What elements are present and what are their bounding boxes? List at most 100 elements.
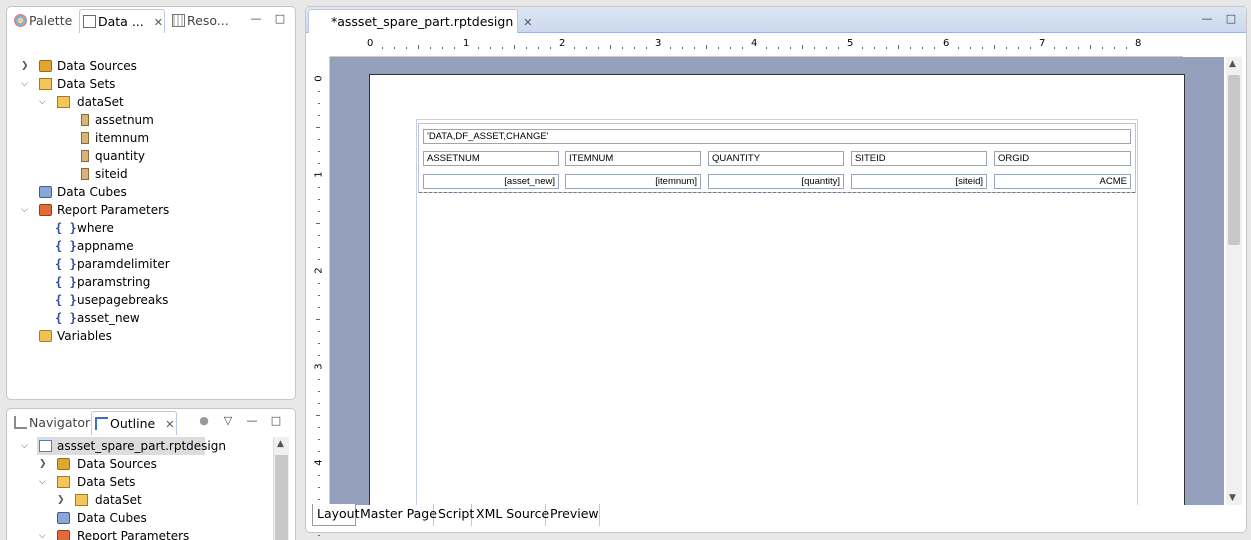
detail-cell-quantity[interactable]: [quantity] bbox=[708, 174, 844, 189]
maximize-icon[interactable]: □ bbox=[269, 414, 283, 427]
ruler-number: 4 bbox=[751, 38, 758, 49]
header-cell-orgid[interactable]: ORGID bbox=[994, 151, 1131, 166]
ruler-tick bbox=[382, 47, 383, 49]
close-icon[interactable]: ✕ bbox=[165, 413, 174, 437]
detail-cell-siteid[interactable]: [siteid] bbox=[851, 174, 987, 189]
minimize-icon[interactable]: — bbox=[249, 12, 263, 25]
header-cell-assetnum[interactable]: ASSETNUM bbox=[423, 151, 559, 166]
tab-outline[interactable]: Outline ✕ bbox=[91, 411, 177, 435]
chevron-right-icon[interactable]: ❯ bbox=[21, 57, 31, 75]
tab-layout[interactable]: Layout bbox=[312, 504, 360, 526]
header-cell-itemnum[interactable]: ITEMNUM bbox=[565, 151, 701, 166]
maximize-icon[interactable]: □ bbox=[1224, 12, 1238, 25]
ruler-tick bbox=[610, 45, 611, 49]
detail-cell-asset-new[interactable]: [asset_new] bbox=[423, 174, 559, 189]
data-sets-icon bbox=[39, 78, 52, 90]
ruler-tick bbox=[318, 331, 320, 332]
ruler-tick bbox=[318, 163, 320, 164]
tab-xml-source[interactable]: XML Source bbox=[472, 504, 549, 526]
dataset-icon bbox=[75, 494, 88, 506]
tab-master-page[interactable]: Master Page bbox=[356, 504, 437, 526]
ruler-number: 2 bbox=[313, 267, 325, 274]
scroll-up-icon[interactable]: ▲ bbox=[277, 439, 284, 449]
ruler-tick bbox=[430, 47, 431, 49]
report-canvas[interactable]: 'DATA,DF_ASSET,CHANGE' ASSETNUM ITEMNUM … bbox=[330, 57, 1224, 505]
filter-icon[interactable]: ● bbox=[197, 414, 211, 427]
ruler-number: 0 bbox=[313, 75, 325, 82]
scrollbar-thumb[interactable] bbox=[275, 455, 288, 540]
ruler-tick bbox=[514, 45, 515, 49]
scroll-down-icon[interactable]: ▼ bbox=[1229, 493, 1236, 503]
ruler-tick bbox=[910, 47, 911, 49]
ruler-tick bbox=[318, 535, 320, 536]
chevron-right-icon[interactable]: ❯ bbox=[57, 491, 67, 509]
ruler-tick bbox=[670, 47, 671, 49]
vertical-ruler: 0 1 2 3 4 bbox=[308, 57, 330, 536]
chevron-down-icon[interactable]: ⌵ bbox=[39, 93, 49, 111]
ruler-tick bbox=[1090, 45, 1091, 49]
editor-window-controls: — □ bbox=[1190, 12, 1238, 25]
tab-report-design[interactable]: *assset_spare_part.rptdesign ✕ bbox=[308, 9, 532, 33]
chevron-down-icon[interactable]: ⌵ bbox=[21, 75, 31, 93]
report-editor-panel: *assset_spare_part.rptdesign ✕ — □ 012345… bbox=[305, 6, 1247, 536]
palette-icon bbox=[14, 14, 27, 27]
report-design-icon bbox=[314, 15, 327, 28]
minimize-icon[interactable]: — bbox=[1200, 12, 1214, 25]
detail-cell-orgid[interactable]: ACME bbox=[994, 174, 1131, 189]
chevron-down-icon[interactable]: ⌵ bbox=[39, 527, 49, 540]
ruler-number: 1 bbox=[463, 38, 470, 49]
outline-scrollbar[interactable]: ▲ bbox=[273, 437, 289, 540]
ruler-tick bbox=[598, 47, 599, 49]
tab-preview[interactable]: Preview bbox=[546, 504, 600, 526]
ruler-tick bbox=[742, 47, 743, 49]
tab-script[interactable]: Script bbox=[434, 504, 474, 526]
ruler-tick bbox=[538, 47, 539, 49]
ruler-tick bbox=[318, 151, 320, 152]
close-icon[interactable]: ✕ bbox=[523, 11, 532, 35]
close-icon[interactable]: ✕ bbox=[154, 11, 163, 35]
ruler-tick bbox=[318, 343, 320, 344]
maximize-icon[interactable]: □ bbox=[273, 12, 287, 25]
tab-resource-explorer[interactable]: Reso... bbox=[169, 9, 229, 33]
chevron-down-icon[interactable]: ⌵ bbox=[21, 437, 28, 455]
editor-tabbar: *assset_spare_part.rptdesign ✕ — □ bbox=[306, 7, 1246, 33]
ruler-number: 3 bbox=[313, 363, 325, 370]
column-icon bbox=[81, 114, 89, 126]
view-menu-icon[interactable]: ▽ bbox=[221, 414, 235, 427]
scroll-up-icon[interactable]: ▲ bbox=[1229, 59, 1236, 69]
report-page[interactable]: 'DATA,DF_ASSET,CHANGE' ASSETNUM ITEMNUM … bbox=[369, 74, 1185, 505]
tab-palette[interactable]: Palette bbox=[11, 9, 72, 33]
parameter-icon: { } bbox=[55, 311, 77, 325]
report-grid[interactable]: 'DATA,DF_ASSET,CHANGE' ASSETNUM ITEMNUM … bbox=[418, 123, 1136, 193]
data-explorer-panel: Palette Data ... ✕ Reso... — □ ❯ Data Sou… bbox=[6, 6, 296, 400]
editor-vertical-scrollbar[interactable]: ▲ ▼ bbox=[1226, 57, 1242, 505]
ruler-tick bbox=[394, 47, 395, 49]
ruler-tick bbox=[886, 47, 887, 49]
chevron-down-icon[interactable]: ⌵ bbox=[39, 473, 49, 491]
ruler-tick bbox=[706, 45, 707, 49]
ruler-tick bbox=[318, 91, 320, 92]
chevron-down-icon[interactable]: ⌵ bbox=[21, 201, 31, 219]
ruler-tick bbox=[1054, 47, 1055, 49]
ruler-tick bbox=[318, 115, 320, 116]
ruler-number: 5 bbox=[847, 38, 854, 49]
header-cell-quantity[interactable]: QUANTITY bbox=[708, 151, 844, 166]
minimize-icon[interactable]: — bbox=[245, 414, 259, 427]
scrollbar-thumb[interactable] bbox=[1228, 75, 1240, 245]
ruler-tick bbox=[318, 199, 320, 200]
tab-navigator[interactable]: Navigator bbox=[11, 411, 90, 435]
ruler-tick bbox=[1126, 47, 1127, 49]
header-cell-siteid[interactable]: SITEID bbox=[851, 151, 987, 166]
title-label-cell[interactable]: 'DATA,DF_ASSET,CHANGE' bbox=[423, 129, 1131, 144]
ruler-tick bbox=[790, 47, 791, 49]
ruler-tick bbox=[318, 187, 320, 188]
tab-data-explorer[interactable]: Data ... ✕ bbox=[79, 9, 165, 33]
ruler-tick bbox=[970, 47, 971, 49]
ruler-tick bbox=[442, 47, 443, 49]
parameter-icon: { } bbox=[55, 293, 77, 307]
outline-root-report[interactable]: assset_spare_part.rptdesign bbox=[37, 437, 226, 455]
chevron-right-icon[interactable]: ❯ bbox=[39, 455, 49, 473]
ruler-tick bbox=[766, 47, 767, 49]
parameter-icon: { } bbox=[55, 239, 77, 253]
detail-cell-itemnum[interactable]: [itemnum] bbox=[565, 174, 701, 189]
